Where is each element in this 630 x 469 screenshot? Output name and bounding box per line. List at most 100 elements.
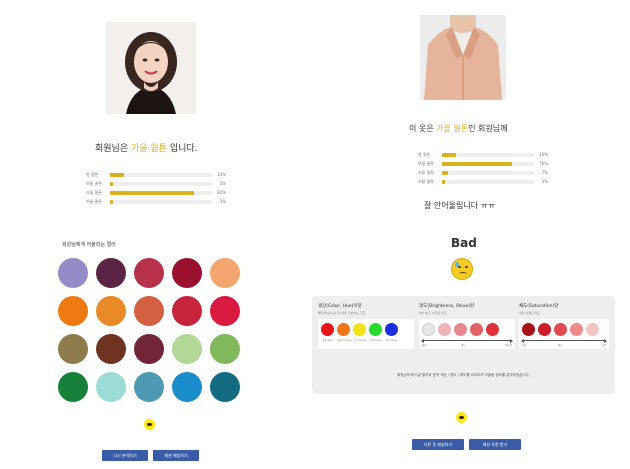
kakao-share-icon[interactable] (456, 412, 467, 423)
axis-label: 높음 (522, 344, 527, 347)
kakao-share-icon[interactable] (144, 419, 155, 430)
hue-label: 초록 Green (369, 339, 382, 342)
hue-dots (321, 323, 398, 336)
color-swatch (134, 296, 164, 326)
stat-label: 겨울 쿨톤 (418, 178, 434, 184)
reanalyze-button[interactable]: 다시 분석하기 (102, 450, 148, 461)
match-other-clothes-button[interactable]: 다른 옷 매칭하기 (412, 439, 464, 450)
color-swatch (134, 372, 164, 402)
hue-sample-box: 빨강 Red 주황 Orange 노랑 Yellow 초록 Green 파랑 Blue (318, 319, 414, 349)
saturation-section: 채도(Saturation)란 색의 선명한 정도 높음 채도 낮음 (519, 303, 609, 349)
color-sample-dot (538, 323, 551, 336)
hue-label: 주황 Orange (337, 339, 352, 342)
clothing-season-chart: 봄 웜톤 15% 여름 쿨톤 76% 가을 웜톤 7% 겨울 쿨톤 3% (418, 150, 548, 186)
color-swatch (96, 334, 126, 364)
headline-text: 회원님은 (95, 144, 131, 154)
hue-label: 노랑 Yellow (353, 339, 367, 342)
season-percent-chart: 봄 웜톤 14% 여름 쿨톤 3% 가을 웜톤 82% 겨울 쿨톤 3% (86, 170, 226, 206)
color-sample-dot (438, 323, 451, 336)
stat-row: 가을 웜톤 7% (418, 168, 548, 177)
stat-label: 여름 쿨톤 (418, 160, 434, 166)
axis-label: 명도 (461, 344, 466, 347)
stat-row: 겨울 쿨톤 3% (418, 177, 548, 186)
stat-bar-track (442, 170, 534, 175)
value-dots (422, 323, 499, 336)
color-swatch (134, 258, 164, 288)
color-swatch (134, 334, 164, 364)
hue-label: 파랑 Blue (386, 339, 397, 342)
stat-bar-fill (442, 170, 449, 175)
color-sample-dot (385, 323, 398, 336)
stat-bar-track (442, 152, 534, 157)
fashion-matching-result-panel: 이 옷은 가을 웜톤인 회원님께 봄 웜톤 15% 여름 쿨톤 76% 가을 웜… (300, 0, 630, 469)
axis-label: 채도 (558, 344, 563, 347)
chat-bubble-icon (459, 415, 464, 419)
value-description: 색의 밝고 어두운 정도 (419, 311, 447, 315)
analysis-note: 회원님의 퍼스널 컬러와 옷의 색상 / 명도 / 채도를 비교하여 어울림 정… (397, 373, 530, 377)
color-swatch (58, 372, 88, 402)
color-swatch (58, 334, 88, 364)
value-section: 명도(Brightness, Value)란 색의 밝고 어두운 정도 밝음 명… (419, 303, 515, 349)
color-swatch (96, 258, 126, 288)
stat-row: 겨울 쿨톤 3% (86, 197, 226, 206)
value-sample-box: 밝음 명도 어두움 (419, 319, 515, 349)
stat-bar-track (442, 161, 534, 166)
color-sample-dot (554, 323, 567, 336)
stat-label: 봄 웜톤 (86, 171, 99, 177)
saturation-axis-arrow (521, 338, 607, 343)
headline-text: 인 회원님께 (468, 124, 508, 133)
hue-title: 색상(Color, Hue)이란 (318, 304, 362, 309)
color-sample-dot (586, 323, 599, 336)
color-sample-dot (422, 323, 435, 336)
personal-color-result-panel: 회원님은 가을 웜톤 입니다. 봄 웜톤 14% 여름 쿨톤 3% 가을 웜톤 … (0, 0, 300, 469)
stat-label: 여름 쿨톤 (86, 180, 102, 186)
stat-percent: 15% (539, 152, 548, 157)
stat-percent: 7% (541, 170, 548, 175)
saturation-dots (522, 323, 599, 336)
frown-icon (459, 272, 467, 276)
color-swatch (96, 296, 126, 326)
get-fashion-recommendation-button[interactable]: 패션 추천 받기 (469, 439, 521, 450)
color-sample-dot (570, 323, 583, 336)
stat-percent: 3% (219, 199, 226, 204)
color-swatch (210, 334, 240, 364)
stat-bar-track (110, 172, 212, 177)
axis-label: 낮음 (601, 344, 606, 347)
stat-bar-track (110, 199, 212, 204)
color-swatch (58, 258, 88, 288)
stat-bar-track (110, 181, 212, 186)
eye-icon (465, 266, 468, 268)
clothing-photo (420, 15, 506, 100)
color-sample-dot (353, 323, 366, 336)
color-sample-dot (470, 323, 483, 336)
color-sample-dot (337, 323, 350, 336)
hue-label: 빨강 Red (322, 339, 333, 342)
season-type-highlight: 가을 웜톤 (130, 144, 167, 154)
hue-section: 색상(Color, Hue)이란 빨강/파랑/노랑 등 색을 구분하는 기준 빨… (318, 303, 414, 349)
color-swatch (58, 296, 88, 326)
saturation-sample-box: 높음 채도 낮음 (519, 319, 609, 349)
color-swatch (96, 372, 126, 402)
hue-description: 빨강/파랑/노랑 등 색을 구분하는 기준 (318, 311, 366, 315)
stat-row: 봄 웜톤 14% (86, 170, 226, 179)
headline-text: 이 옷은 (409, 124, 437, 133)
color-swatch (210, 372, 240, 402)
color-swatch (172, 258, 202, 288)
color-sample-dot (522, 323, 535, 336)
match-headline: 이 옷은 가을 웜톤인 회원님께 (409, 123, 508, 134)
stat-label: 봄 웜톤 (418, 151, 431, 157)
stat-percent: 3% (541, 179, 548, 184)
headline-text: 입니다. (166, 144, 198, 154)
stat-bar-fill (110, 190, 194, 195)
stat-bar-track (110, 190, 212, 195)
stat-bar-fill (442, 161, 512, 166)
fashion-matching-button[interactable]: 패션 매칭하기 (153, 450, 199, 461)
stat-bar-fill (110, 181, 114, 186)
color-swatch (172, 334, 202, 364)
value-title: 명도(Brightness, Value)란 (419, 304, 475, 309)
color-sample-dot (369, 323, 382, 336)
axis-label: 밝음 (422, 344, 427, 347)
color-analysis-card: 색상(Color, Hue)이란 빨강/파랑/노랑 등 색을 구분하는 기준 빨… (312, 296, 615, 394)
match-verdict: 잘 안어울립니다 ㅠㅠ (424, 201, 496, 210)
stat-percent: 76% (539, 161, 548, 166)
